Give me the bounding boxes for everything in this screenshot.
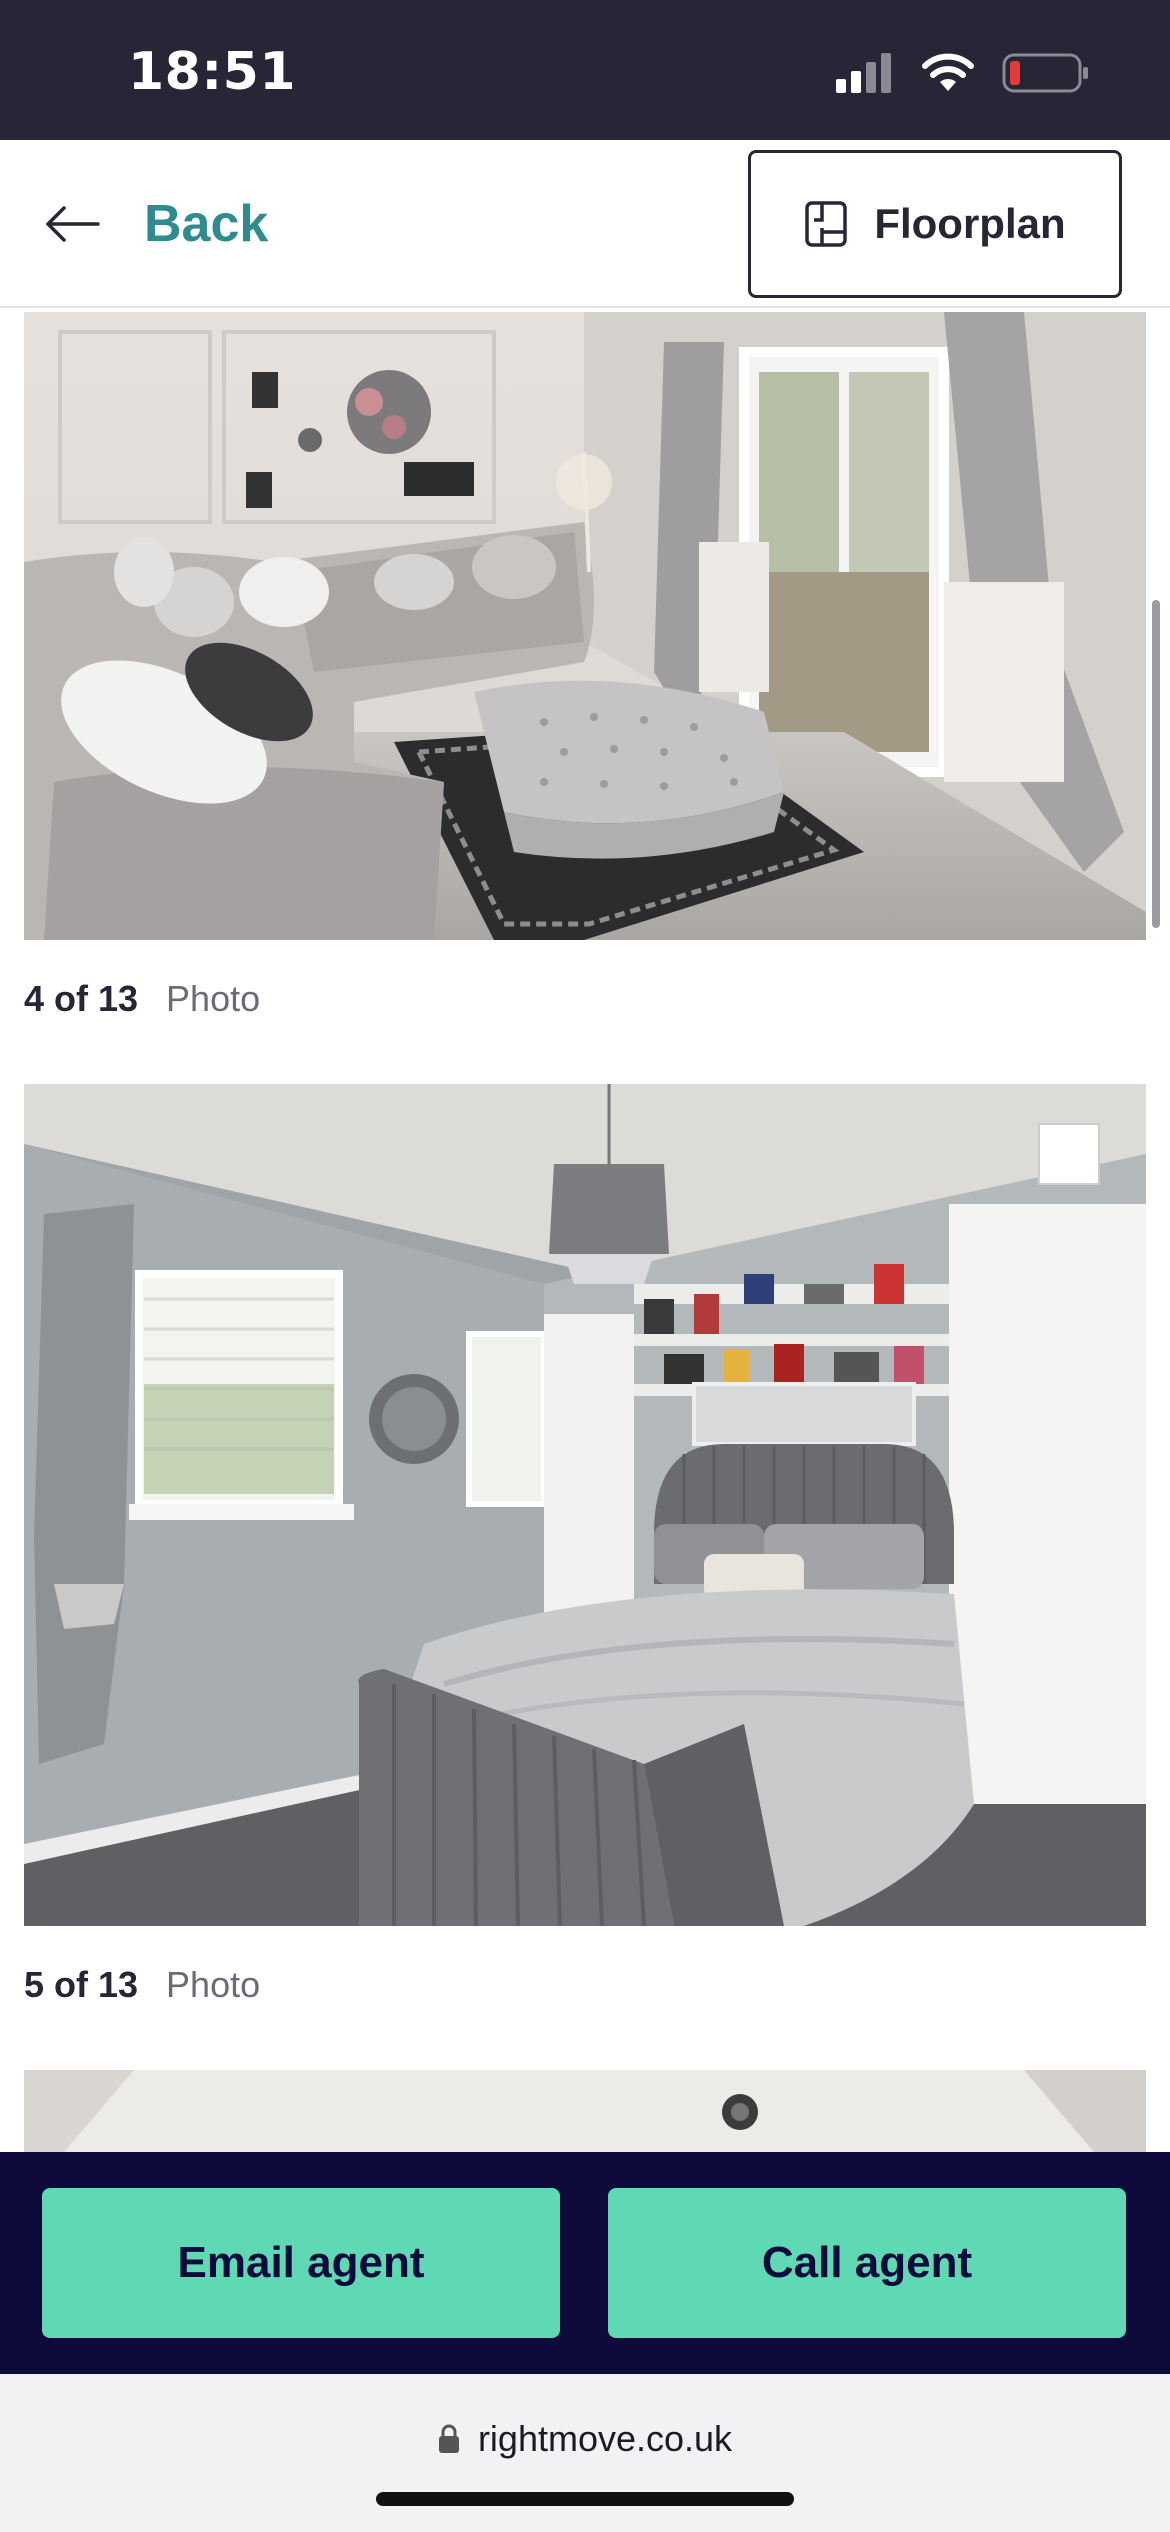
gallery-photo-6[interactable] xyxy=(24,2070,1146,2152)
next-photo-image xyxy=(24,2070,1146,2152)
back-label: Back xyxy=(144,195,269,253)
url-text: rightmove.co.uk xyxy=(477,2418,733,2459)
scrollbar[interactable] xyxy=(1152,600,1160,928)
url-row[interactable]: rightmove.co.uk xyxy=(0,2418,1170,2460)
photo-caption-4: 4 of 13 Photo xyxy=(24,978,260,1020)
floorplan-button[interactable]: Floorplan xyxy=(748,150,1122,298)
photo-type: Photo xyxy=(166,978,261,1019)
call-agent-button[interactable]: Call agent xyxy=(608,2188,1126,2338)
living-room-image xyxy=(24,312,1146,940)
signal-icon xyxy=(836,53,891,93)
status-icons xyxy=(836,52,1090,94)
floorplan-icon xyxy=(805,201,848,247)
action-bar: Email agent Call agent xyxy=(0,2152,1170,2374)
arrow-left-icon xyxy=(46,206,100,242)
photo-caption-5: 5 of 13 Photo xyxy=(24,1964,260,2006)
battery-icon xyxy=(1002,53,1088,93)
email-agent-button[interactable]: Email agent xyxy=(42,2188,560,2338)
wifi-icon xyxy=(922,53,974,91)
browser-url-bar: rightmove.co.uk xyxy=(0,2374,1170,2532)
photo-count: 5 of 13 xyxy=(24,1964,139,2005)
bedroom-image xyxy=(24,1084,1146,1926)
header: Back Floorplan xyxy=(0,140,1170,308)
floorplan-label: Floorplan xyxy=(874,200,1066,247)
back-button[interactable]: Back xyxy=(44,176,268,272)
photo-type: Photo xyxy=(166,1964,261,2005)
status-bar: 18:51 xyxy=(0,0,1170,140)
status-time: 18:51 xyxy=(128,42,297,102)
home-indicator[interactable] xyxy=(376,2492,794,2506)
lock-icon xyxy=(438,2424,459,2453)
photo-count: 4 of 13 xyxy=(24,978,139,1019)
gallery-photo-4[interactable] xyxy=(24,312,1146,940)
gallery-photo-5[interactable] xyxy=(24,1084,1146,1926)
